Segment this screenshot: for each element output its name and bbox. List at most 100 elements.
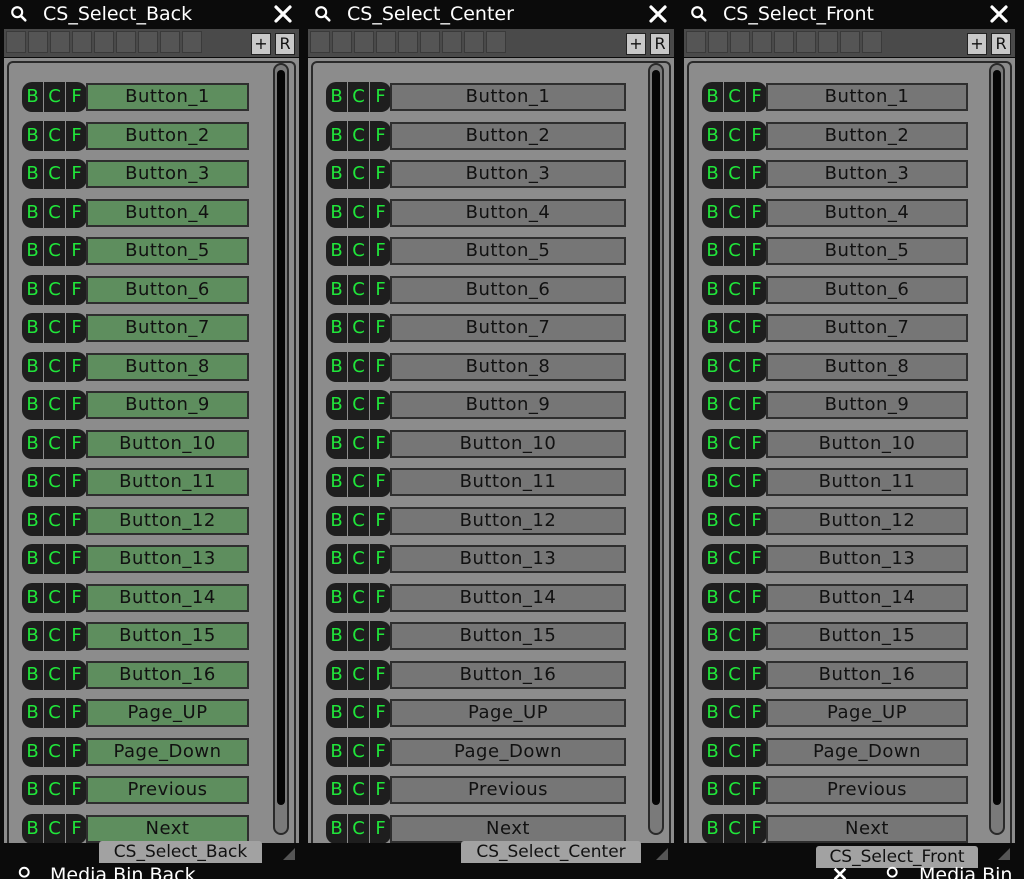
toolbar-slot[interactable] <box>182 31 202 53</box>
bcf-toggle-c[interactable]: C <box>348 390 369 420</box>
bcf-toggle-b[interactable]: B <box>22 621 43 651</box>
bcf-toggle-f[interactable]: F <box>370 429 391 459</box>
bcf-toggle-b[interactable]: B <box>22 660 43 690</box>
cs-select-button[interactable]: Button_2 <box>86 122 249 150</box>
cs-select-button[interactable]: Button_11 <box>390 468 626 496</box>
bcf-toggle-c[interactable]: C <box>348 544 369 574</box>
bcf-toggle-c[interactable]: C <box>724 275 745 305</box>
bcf-toggle-c[interactable]: C <box>724 814 745 843</box>
bcf-toggle-c[interactable]: C <box>44 583 65 613</box>
bcf-toggle-f[interactable]: F <box>66 467 87 497</box>
bcf-toggle-b[interactable]: B <box>702 121 723 151</box>
bcf-toggle-c[interactable]: C <box>44 737 65 767</box>
add-button[interactable]: + <box>251 33 271 55</box>
bcf-toggle-c[interactable]: C <box>44 544 65 574</box>
scrollbar-thumb[interactable] <box>277 70 285 805</box>
bcf-toggle-c[interactable]: C <box>44 198 65 228</box>
bcf-toggle-c[interactable]: C <box>44 698 65 728</box>
bcf-toggle-c[interactable]: C <box>724 198 745 228</box>
cs-select-button[interactable]: Button_10 <box>86 430 249 458</box>
cs-select-button[interactable]: Button_1 <box>390 83 626 111</box>
toolbar-slot[interactable] <box>818 31 838 53</box>
bcf-toggle-b[interactable]: B <box>22 737 43 767</box>
bcf-toggle-b[interactable]: B <box>22 352 43 382</box>
bcf-toggle-b[interactable]: B <box>326 121 347 151</box>
bcf-toggle-f[interactable]: F <box>370 775 391 805</box>
cs-select-button[interactable]: Previous <box>390 776 626 804</box>
cs-select-button[interactable]: Button_1 <box>86 83 249 111</box>
bcf-toggle-f[interactable]: F <box>746 429 767 459</box>
cs-select-button[interactable]: Button_1 <box>766 83 968 111</box>
bcf-toggle-f[interactable]: F <box>370 82 391 112</box>
bcf-toggle-c[interactable]: C <box>348 429 369 459</box>
bcf-toggle-f[interactable]: F <box>66 121 87 151</box>
toolbar-slot[interactable] <box>774 31 794 53</box>
bcf-toggle-b[interactable]: B <box>326 660 347 690</box>
bcf-toggle-c[interactable]: C <box>348 467 369 497</box>
toolbar-slot[interactable] <box>840 31 860 53</box>
search-icon[interactable] <box>18 866 34 879</box>
cs-select-button[interactable]: Button_9 <box>390 391 626 419</box>
cs-select-button[interactable]: Next <box>390 815 626 843</box>
cs-select-button[interactable]: Button_5 <box>86 237 249 265</box>
toolbar-slot[interactable] <box>332 31 352 53</box>
bcf-toggle-b[interactable]: B <box>22 159 43 189</box>
toolbar-slot[interactable] <box>28 31 48 53</box>
bcf-toggle-f[interactable]: F <box>746 660 767 690</box>
toolbar-slot[interactable] <box>442 31 462 53</box>
bcf-toggle-f[interactable]: F <box>66 275 87 305</box>
bcf-toggle-f[interactable]: F <box>370 467 391 497</box>
cs-select-button[interactable]: Button_9 <box>86 391 249 419</box>
bcf-toggle-c[interactable]: C <box>348 506 369 536</box>
bcf-toggle-f[interactable]: F <box>746 544 767 574</box>
toolbar-slot[interactable] <box>354 31 374 53</box>
bcf-toggle-b[interactable]: B <box>22 467 43 497</box>
toolbar-slot[interactable] <box>420 31 440 53</box>
bcf-toggle-f[interactable]: F <box>66 390 87 420</box>
cs-select-button[interactable]: Button_7 <box>766 314 968 342</box>
bcf-toggle-b[interactable]: B <box>326 698 347 728</box>
bcf-toggle-c[interactable]: C <box>724 544 745 574</box>
bcf-toggle-c[interactable]: C <box>724 352 745 382</box>
search-icon[interactable] <box>886 866 902 879</box>
bcf-toggle-c[interactable]: C <box>348 775 369 805</box>
bcf-toggle-b[interactable]: B <box>326 275 347 305</box>
toolbar-slot[interactable] <box>686 31 706 53</box>
cs-select-button[interactable]: Button_16 <box>390 661 626 689</box>
bcf-toggle-f[interactable]: F <box>746 737 767 767</box>
bcf-toggle-b[interactable]: B <box>326 198 347 228</box>
cs-select-button[interactable]: Button_16 <box>86 661 249 689</box>
cs-select-button[interactable]: Button_8 <box>766 353 968 381</box>
toolbar-slot[interactable] <box>486 31 506 53</box>
bcf-toggle-f[interactable]: F <box>746 236 767 266</box>
bcf-toggle-c[interactable]: C <box>348 814 369 843</box>
bcf-toggle-c[interactable]: C <box>44 159 65 189</box>
toolbar-slot[interactable] <box>6 31 26 53</box>
bcf-toggle-b[interactable]: B <box>326 313 347 343</box>
bcf-toggle-f[interactable]: F <box>370 583 391 613</box>
bcf-toggle-c[interactable]: C <box>44 467 65 497</box>
bcf-toggle-b[interactable]: B <box>326 352 347 382</box>
bcf-toggle-b[interactable]: B <box>326 544 347 574</box>
cs-select-button[interactable]: Button_8 <box>86 353 249 381</box>
bcf-toggle-b[interactable]: B <box>22 275 43 305</box>
bcf-toggle-b[interactable]: B <box>326 737 347 767</box>
search-icon[interactable] <box>690 5 708 23</box>
scrollbar-thumb[interactable] <box>993 70 1001 805</box>
bcf-toggle-c[interactable]: C <box>348 275 369 305</box>
close-icon[interactable] <box>273 4 293 24</box>
bcf-toggle-c[interactable]: C <box>44 506 65 536</box>
bcf-toggle-f[interactable]: F <box>746 621 767 651</box>
bcf-toggle-f[interactable]: F <box>370 275 391 305</box>
bcf-toggle-c[interactable]: C <box>348 121 369 151</box>
resize-grip-icon[interactable] <box>998 848 1010 860</box>
close-icon[interactable] <box>989 4 1009 24</box>
bcf-toggle-c[interactable]: C <box>44 275 65 305</box>
cs-select-button[interactable]: Button_12 <box>86 507 249 535</box>
close-icon[interactable] <box>648 4 668 24</box>
cs-select-button[interactable]: Next <box>766 815 968 843</box>
bcf-toggle-b[interactable]: B <box>22 82 43 112</box>
cs-select-button[interactable]: Page_UP <box>766 699 968 727</box>
bcf-toggle-f[interactable]: F <box>370 236 391 266</box>
bcf-toggle-b[interactable]: B <box>22 429 43 459</box>
